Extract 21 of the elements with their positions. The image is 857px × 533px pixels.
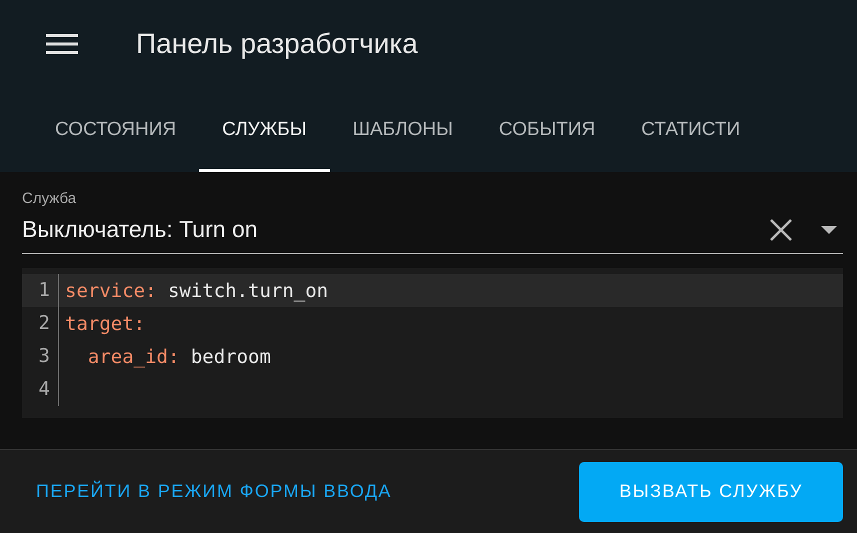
code-line: target: — [64, 312, 146, 334]
line-number: 3 — [22, 340, 59, 373]
tab[interactable]: СОСТОЯНИЯ — [32, 88, 200, 172]
tab[interactable]: СОБЫТИЯ — [476, 88, 618, 172]
line-number: 1 — [22, 274, 59, 307]
service-select[interactable]: Служба Выключатель: Turn on — [22, 190, 843, 254]
page-title: Панель разработчика — [136, 28, 418, 60]
line-number: 2 — [22, 307, 59, 340]
field-value: Выключатель: Turn on — [22, 216, 259, 243]
code-editor[interactable]: 1 service: switch.turn_on 2 target: 3 area_id: bedroom 4 — [22, 268, 843, 418]
form-mode-link[interactable]: ПЕРЕЙТИ В РЕЖИМ ФОРМЫ ВВОДА — [36, 481, 392, 502]
tab[interactable]: ШАБЛОНЫ — [330, 88, 476, 172]
menu-icon[interactable] — [46, 33, 78, 55]
code-line: service: switch.turn_on — [64, 280, 328, 302]
line-number: 4 — [22, 373, 59, 406]
clear-icon[interactable] — [769, 218, 793, 242]
dropdown-caret-icon[interactable] — [821, 226, 837, 234]
tab[interactable]: СТАТИСТИ — [618, 88, 764, 172]
code-line: area_id: bedroom — [86, 346, 271, 368]
tab[interactable]: СЛУЖБЫ — [199, 88, 330, 172]
field-label: Служба — [22, 190, 78, 207]
